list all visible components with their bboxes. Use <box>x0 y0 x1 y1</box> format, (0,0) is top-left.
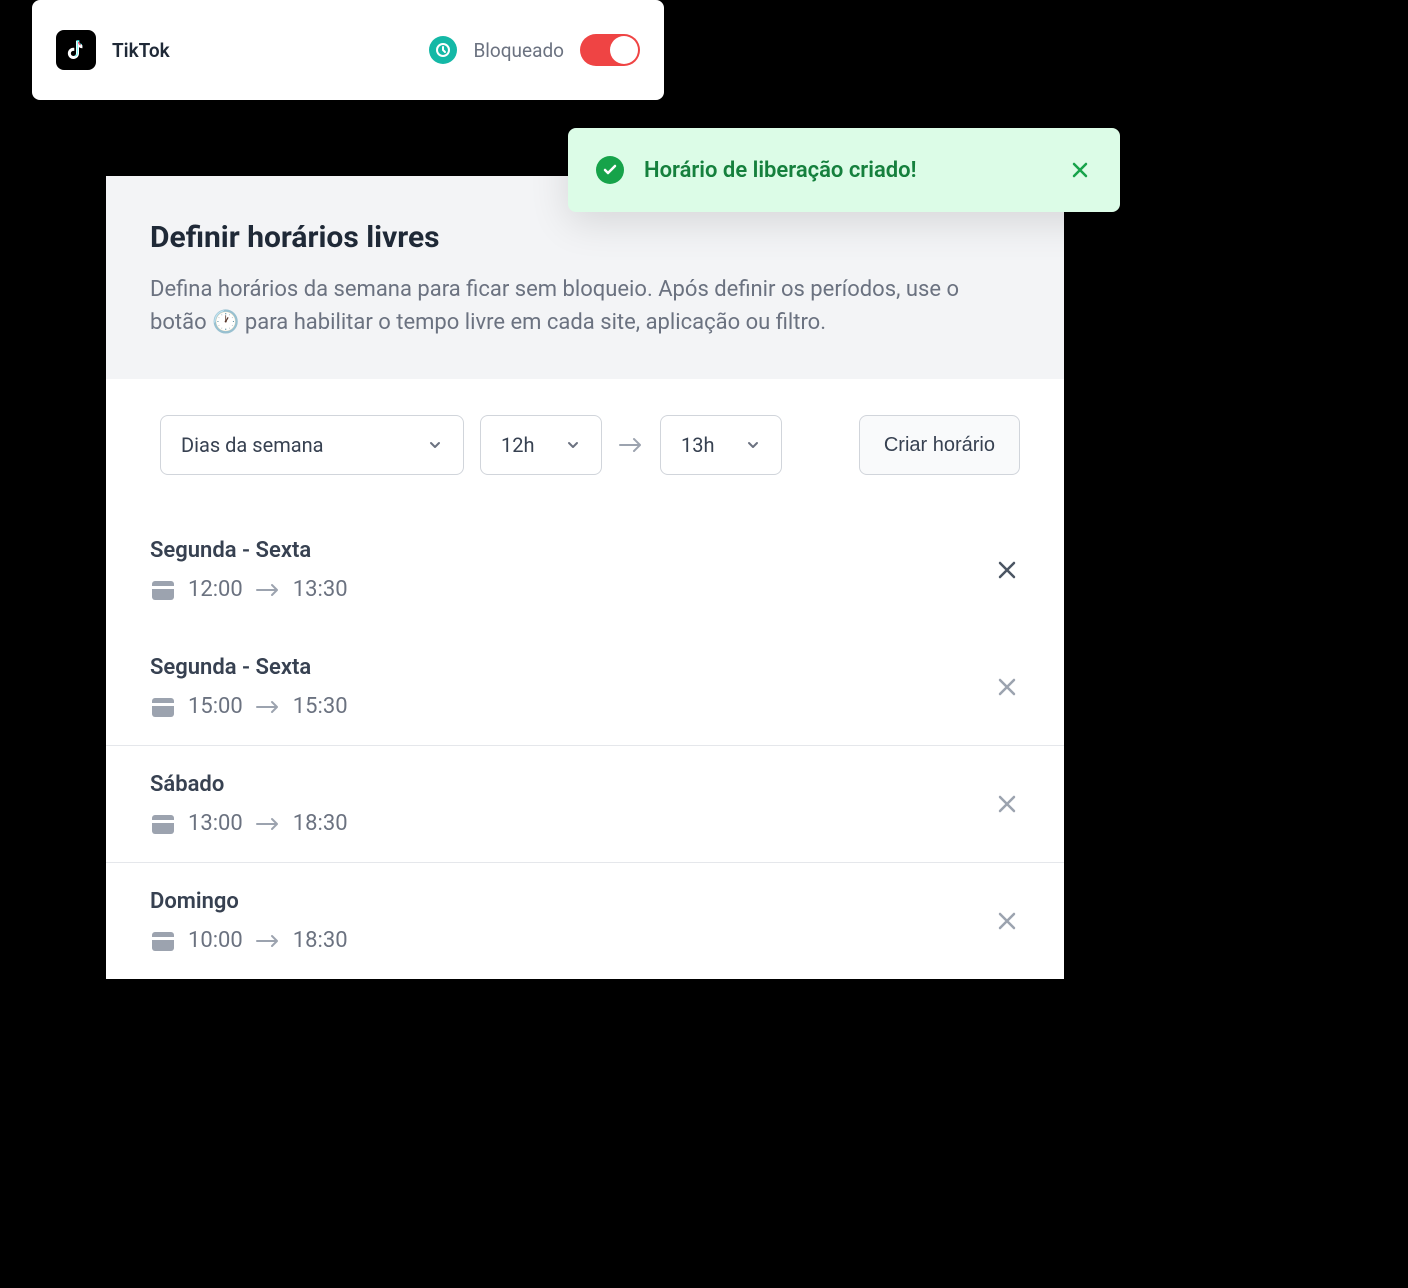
schedule-item: Segunda - Sexta 15:00 15:30 <box>106 628 1064 745</box>
success-toast: Horário de liberação criado! <box>568 128 1120 212</box>
app-block-card: TikTok Bloqueado <box>32 0 664 100</box>
schedule-item: Segunda - Sexta 12:00 13:30 <box>106 511 1064 628</box>
toggle-knob <box>610 36 638 64</box>
arrow-right-icon <box>255 582 281 598</box>
schedule-start-time: 10:00 <box>188 928 243 953</box>
schedule-item: Domingo 10:00 18:30 <box>106 862 1064 979</box>
schedule-time-row: 10:00 18:30 <box>150 928 994 953</box>
schedule-content: Sábado 13:00 18:30 <box>150 772 994 836</box>
schedule-time-row: 13:00 18:30 <box>150 811 994 836</box>
panel-title: Definir horários livres <box>150 220 1020 255</box>
arrow-right-icon <box>255 699 281 715</box>
schedule-start-time: 15:00 <box>188 694 243 719</box>
schedule-days-label: Domingo <box>150 889 994 914</box>
schedule-end-time: 15:30 <box>293 694 348 719</box>
schedule-content: Segunda - Sexta 12:00 13:30 <box>150 538 994 602</box>
schedule-end-time: 18:30 <box>293 811 348 836</box>
chevron-down-icon <box>427 437 443 453</box>
delete-schedule-button[interactable] <box>994 557 1020 583</box>
block-toggle[interactable] <box>580 34 640 66</box>
arrow-right-icon <box>255 933 281 949</box>
panel-subtitle: Defina horários da semana para ficar sem… <box>150 273 1020 339</box>
calendar-icon <box>150 695 176 719</box>
clock-icon[interactable] <box>429 36 457 64</box>
end-hour-select[interactable]: 13h <box>660 415 782 475</box>
blocked-status-label: Bloqueado <box>473 39 564 62</box>
calendar-icon <box>150 929 176 953</box>
arrow-right-icon <box>618 436 644 454</box>
schedule-list: Segunda - Sexta12:0013:30Segunda - Sexta… <box>106 511 1064 979</box>
days-select-label: Dias da semana <box>181 433 324 457</box>
start-hour-label: 12h <box>501 433 535 457</box>
toast-close-button[interactable] <box>1068 158 1092 182</box>
tiktok-icon <box>56 30 96 70</box>
chevron-down-icon <box>565 437 581 453</box>
schedule-content: Segunda - Sexta 15:00 15:30 <box>150 655 994 719</box>
create-schedule-button[interactable]: Criar horário <box>859 415 1020 475</box>
schedule-end-time: 18:30 <box>293 928 348 953</box>
schedule-time-row: 12:00 13:30 <box>150 577 994 602</box>
calendar-icon <box>150 578 176 602</box>
schedule-days-label: Segunda - Sexta <box>150 655 994 680</box>
schedule-time-row: 15:00 15:30 <box>150 694 994 719</box>
toast-message: Horário de liberação criado! <box>644 158 1068 183</box>
schedule-content: Domingo 10:00 18:30 <box>150 889 994 953</box>
schedule-days-label: Sábado <box>150 772 994 797</box>
calendar-icon <box>150 812 176 836</box>
start-hour-select[interactable]: 12h <box>480 415 602 475</box>
schedule-start-time: 12:00 <box>188 577 243 602</box>
chevron-down-icon <box>745 437 761 453</box>
app-name-label: TikTok <box>112 39 429 62</box>
days-select[interactable]: Dias da semana <box>160 415 464 475</box>
schedule-start-time: 13:00 <box>188 811 243 836</box>
delete-schedule-button[interactable] <box>994 674 1020 700</box>
end-hour-label: 13h <box>681 433 715 457</box>
arrow-right-icon <box>255 816 281 832</box>
schedule-days-label: Segunda - Sexta <box>150 538 994 563</box>
schedule-panel: Definir horários livres Defina horários … <box>106 176 1064 979</box>
delete-schedule-button[interactable] <box>994 908 1020 934</box>
check-circle-icon <box>596 156 624 184</box>
schedule-end-time: 13:30 <box>293 577 348 602</box>
delete-schedule-button[interactable] <box>994 791 1020 817</box>
schedule-item: Sábado 13:00 18:30 <box>106 745 1064 862</box>
schedule-controls: Dias da semana 12h 13h Criar horário <box>106 379 1064 511</box>
